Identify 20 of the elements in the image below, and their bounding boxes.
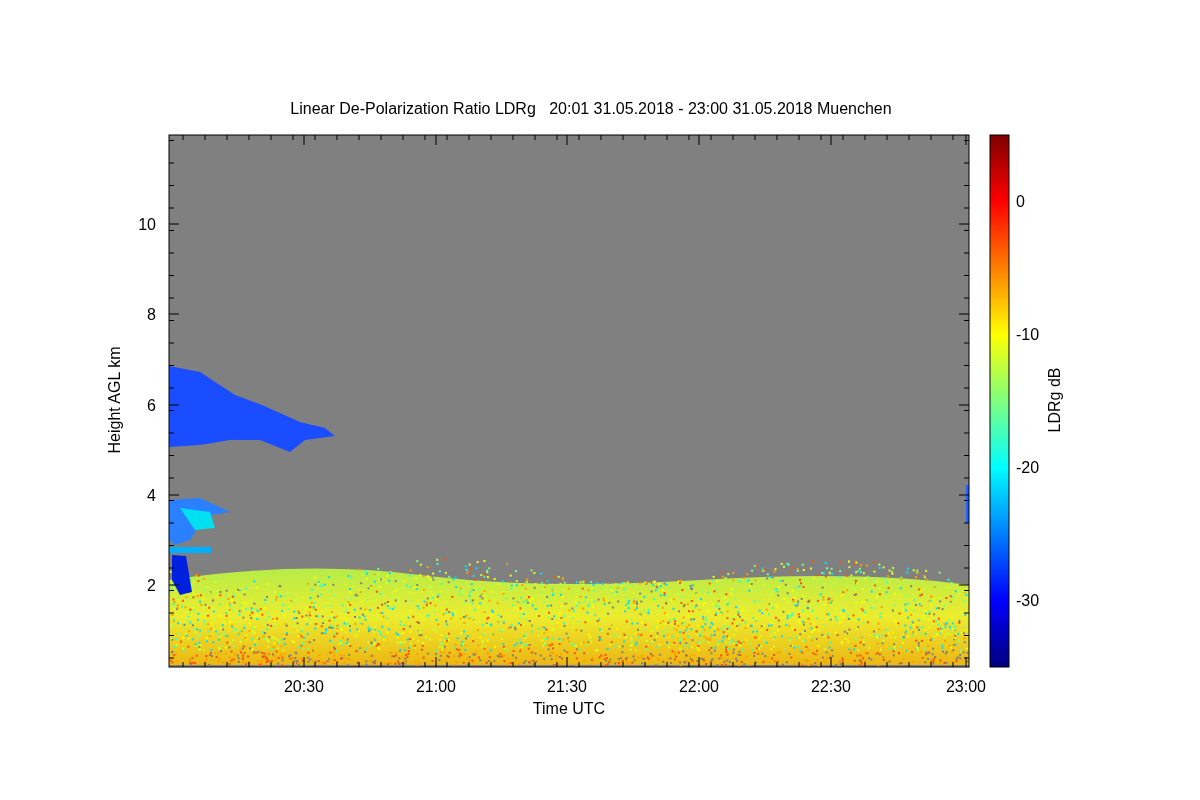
x-tick-label: 21:30 bbox=[547, 678, 587, 695]
y-tick-label: 6 bbox=[147, 397, 156, 414]
x-tick-label: 21:00 bbox=[416, 678, 456, 695]
colorbar-tick-label: 0 bbox=[1016, 193, 1025, 210]
colorbar-tick-label: -30 bbox=[1016, 592, 1040, 609]
x-tick-label: 22:30 bbox=[811, 678, 851, 695]
x-tick-label: 23:00 bbox=[946, 678, 986, 695]
x-tick-label: 20:30 bbox=[284, 678, 324, 695]
y-tick-label: 8 bbox=[147, 306, 156, 323]
y-tick-label: 2 bbox=[147, 577, 156, 594]
colorbar-tick-label: -10 bbox=[1016, 326, 1040, 343]
colorbar-tick-label: -20 bbox=[1016, 459, 1040, 476]
x-tick-label: 22:00 bbox=[679, 678, 719, 695]
y-tick-label: 10 bbox=[138, 216, 156, 233]
chart-title: Linear De-Polarization Ratio LDRg 20:01 31.05.2018 - 23:00 31.05.2018 Muenchen bbox=[290, 100, 892, 117]
cloud-echo-strip bbox=[966, 485, 969, 523]
x-axis-label: Time UTC bbox=[532, 700, 606, 717]
colorbar-label: LDRg dB bbox=[1046, 367, 1063, 433]
y-axis-label: Height AGL km bbox=[106, 346, 123, 454]
y-tick-label: 4 bbox=[147, 487, 156, 504]
